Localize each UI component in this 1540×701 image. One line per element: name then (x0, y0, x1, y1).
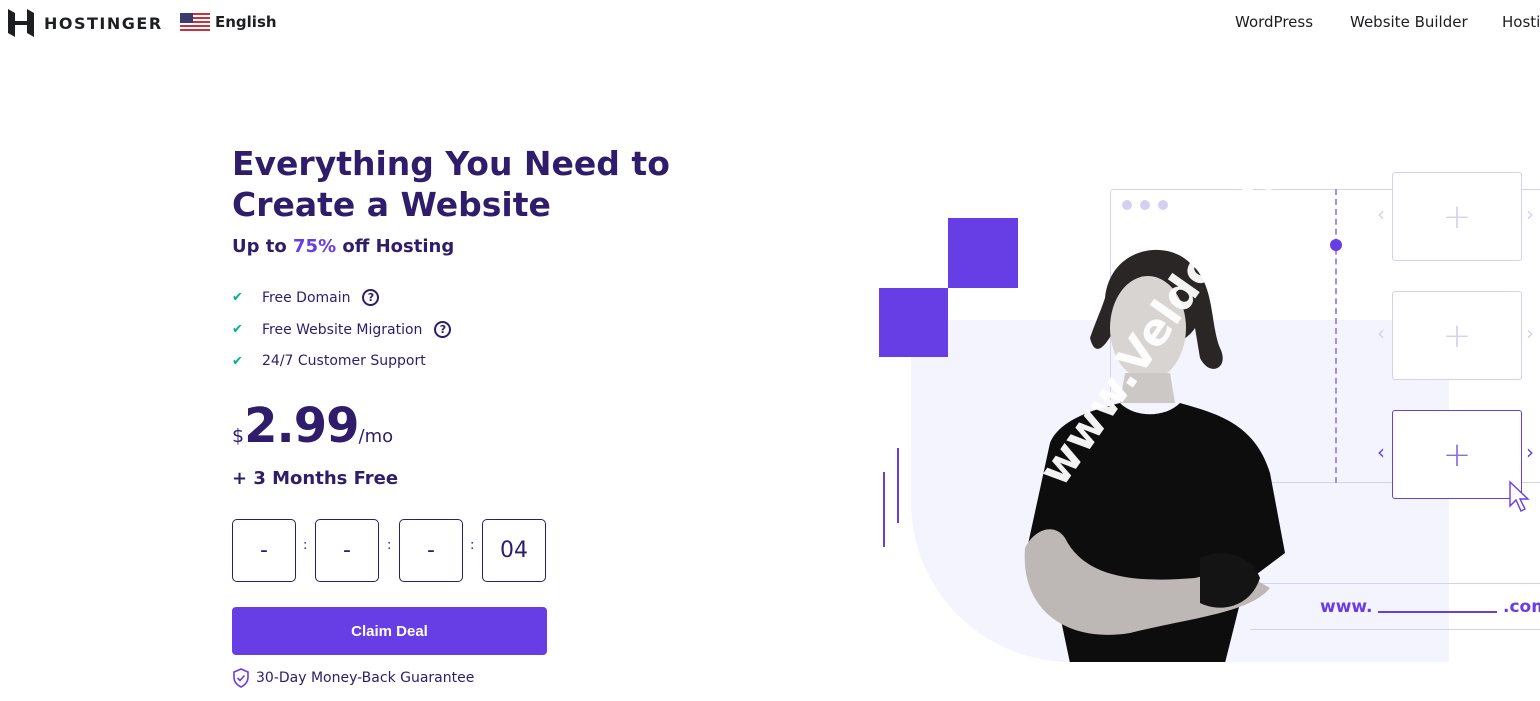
dashed-guide (1335, 189, 1337, 483)
feature-label: Free Domain (262, 289, 351, 306)
language-selector[interactable]: English (180, 13, 277, 31)
colon: : (387, 538, 392, 553)
language-label: English (215, 13, 277, 31)
countdown-minutes: - (399, 519, 463, 582)
decor-square (879, 288, 948, 357)
chevron-left-icon: ‹ (1377, 321, 1385, 345)
check-icon: ✔ (232, 322, 243, 337)
help-icon[interactable]: ? (434, 321, 452, 338)
check-icon: ✔ (232, 353, 243, 369)
price-period: /mo (358, 426, 394, 447)
add-block-card-active: + (1392, 410, 1522, 499)
nav-wordpress[interactable]: WordPress (1235, 13, 1313, 31)
colon: : (303, 538, 308, 553)
page-title: Everything You Need to Create a Website (232, 144, 670, 224)
check-icon: ✔ (232, 290, 243, 305)
subtitle-prefix: Up to (232, 236, 294, 257)
shield-check-icon (233, 668, 249, 688)
domain-underline (1378, 611, 1497, 613)
add-block-card: + (1392, 172, 1522, 261)
decor-line (883, 472, 885, 547)
chevron-right-icon: › (1526, 202, 1534, 226)
nav-website-builder[interactable]: Website Builder (1350, 13, 1468, 31)
subtitle: Up to 75% off Hosting (232, 236, 454, 257)
feature-item: ✔ 24/7 Customer Support (232, 353, 426, 369)
us-flag-icon (180, 13, 210, 31)
decor-square (948, 218, 1018, 288)
domain-prefix: www. (1320, 597, 1373, 617)
brand-name: HOSTINGER (44, 13, 163, 33)
countdown-seconds: 04 (482, 519, 546, 582)
feature-item: ✔ Free Domain? (232, 289, 380, 306)
countdown-hours: - (315, 519, 379, 582)
currency: $ (232, 425, 245, 447)
chevron-right-icon: › (1526, 440, 1534, 464)
help-icon[interactable]: ? (362, 289, 380, 306)
chevron-left-icon: ‹ (1377, 440, 1385, 464)
price: $2.99/mo (232, 398, 393, 454)
window-dots (1122, 200, 1168, 210)
guarantee-text: 30-Day Money-Back Guarantee (256, 670, 475, 686)
feature-label: 24/7 Customer Support (262, 353, 426, 369)
hostinger-logo-icon (8, 9, 34, 37)
add-block-card: + (1392, 291, 1522, 380)
decor-line (897, 448, 899, 523)
chevron-left-icon: ‹ (1377, 202, 1385, 226)
colon: : (470, 538, 475, 553)
feature-item: ✔ Free Website Migration? (232, 321, 452, 338)
feature-label: Free Website Migration (262, 321, 423, 338)
chevron-right-icon: › (1526, 321, 1534, 345)
domain-suffix: .com (1503, 597, 1540, 617)
claim-deal-button[interactable]: Claim Deal (232, 607, 547, 655)
nav-hosting[interactable]: Hosti (1502, 13, 1540, 31)
guarantee: 30-Day Money-Back Guarantee (232, 668, 474, 688)
discount: 75% (293, 236, 337, 257)
price-amount: 2.99 (244, 398, 359, 454)
bonus-text: + 3 Months Free (232, 468, 399, 489)
guide-dot (1330, 239, 1342, 251)
countdown-days: - (232, 519, 296, 582)
hostinger-logo[interactable]: HOSTINGER (8, 9, 163, 37)
cursor-icon (1509, 480, 1530, 512)
subtitle-suffix: off Hosting (336, 236, 455, 257)
